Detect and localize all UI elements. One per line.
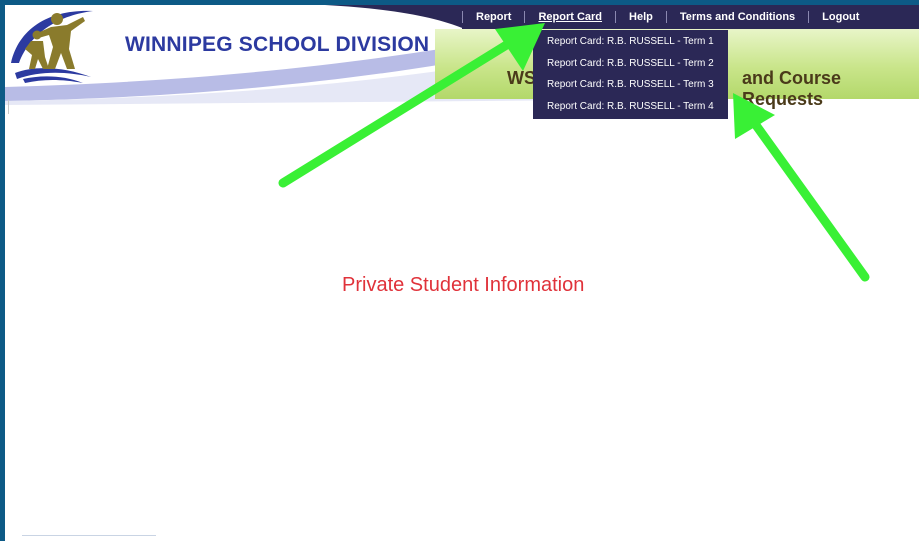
page-frame: WS and Course Requests WINNIPEG SCHOOL D…: [5, 5, 919, 541]
nav-terms[interactable]: Terms and Conditions: [667, 11, 808, 23]
nav-help[interactable]: Help: [616, 11, 666, 23]
band-title-right: and Course Requests: [742, 68, 842, 109]
private-notice: Private Student Information: [342, 274, 585, 296]
org-name: WINNIPEG SCHOOL DIVISION: [125, 33, 430, 56]
footer-divider: [22, 535, 156, 536]
arrow-icon-right: [733, 93, 870, 282]
nav-logout[interactable]: Logout: [809, 11, 872, 23]
dropdown-item-term-2[interactable]: Report Card: R.B. RUSSELL - Term 2: [533, 53, 728, 75]
wsd-logo-icon: [11, 10, 93, 83]
top-nav: Report Report Card Help Terms and Condit…: [462, 5, 919, 29]
site-header: WS and Course Requests WINNIPEG SCHOOL D…: [5, 5, 919, 119]
report-card-dropdown: Report Card: R.B. RUSSELL - Term 1 Repor…: [533, 30, 728, 119]
content-edge: [8, 100, 9, 114]
dropdown-item-term-1[interactable]: Report Card: R.B. RUSSELL - Term 1: [533, 31, 728, 53]
dropdown-item-term-3[interactable]: Report Card: R.B. RUSSELL - Term 3: [533, 74, 728, 96]
dropdown-item-term-4[interactable]: Report Card: R.B. RUSSELL - Term 4: [533, 96, 728, 118]
nav-report-card[interactable]: Report Card: [525, 11, 615, 23]
band-title-left: WS: [507, 68, 536, 88]
nav-report[interactable]: Report: [463, 11, 524, 23]
